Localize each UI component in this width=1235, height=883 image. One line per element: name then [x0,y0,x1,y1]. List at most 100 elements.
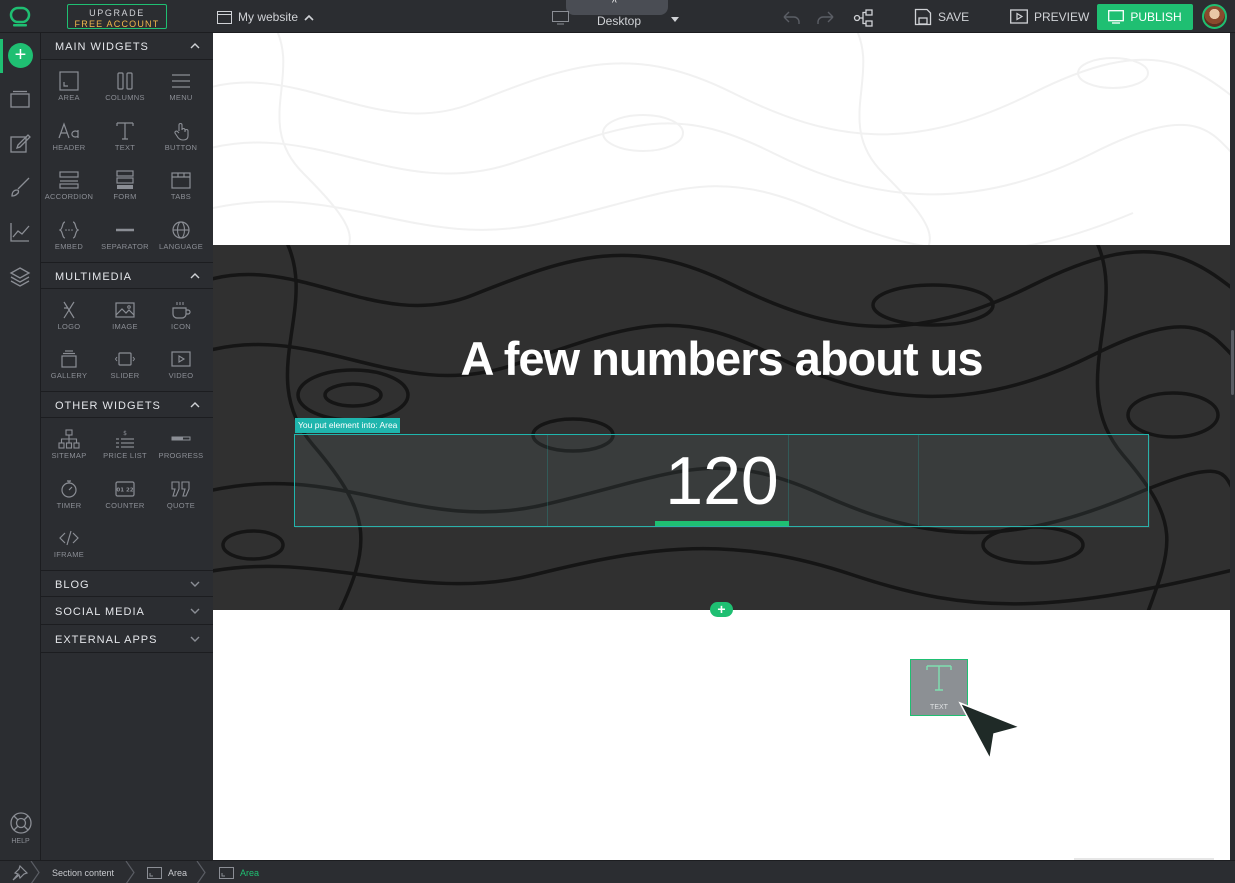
section-blog[interactable]: BLOG [41,570,213,597]
section-title: SOCIAL MEDIA [55,606,145,618]
widget-slider[interactable]: SLIDER [97,346,153,392]
section-social-media[interactable]: SOCIAL MEDIA [41,598,213,625]
widget-label: EMBED [54,242,84,251]
widget-label: AREA [58,93,80,102]
pin-icon[interactable] [10,865,28,881]
widget-tabs[interactable]: TABS [153,167,209,213]
analytics-chart-icon[interactable] [9,221,31,243]
layers-icon[interactable] [9,266,31,288]
upgrade-label: UPGRADE [89,8,145,18]
section-heading[interactable]: A few numbers about us [213,331,1230,386]
add-widget-button[interactable]: + [8,43,33,68]
widget-label: SITEMAP [51,451,87,460]
upgrade-button[interactable]: UPGRADE FREE ACCOUNT [67,4,167,29]
text-t-icon [116,122,134,140]
widget-sitemap[interactable]: SITEMAP [41,426,97,472]
widget-label: SEPARATOR [101,242,149,251]
publish-button[interactable]: PUBLISH [1097,4,1193,30]
pages-icon[interactable] [9,88,31,110]
user-avatar[interactable] [1202,4,1227,29]
section-other-widgets[interactable]: OTHER WIDGETS [41,391,213,418]
section-title: MAIN WIDGETS [55,41,149,53]
left-rail: + HELP [0,33,41,860]
edit-content-icon[interactable] [9,132,31,154]
scrollbar-thumb[interactable] [1231,330,1234,395]
caret-down-icon [671,17,679,22]
website-selector[interactable]: My website [217,8,314,26]
widget-counter[interactable]: 01 22 COUNTER [97,476,153,522]
drop-target-tooltip: You put element into: Area [295,418,401,433]
section-external-apps[interactable]: EXTERNAL APPS [41,626,213,653]
header-font-icon [58,122,79,139]
widget-button[interactable]: BUTTON [153,118,209,164]
widget-gallery[interactable]: GALLERY [41,346,97,392]
widget-label: COLUMNS [105,93,145,102]
breadcrumb-item-area-active[interactable]: Area [219,865,259,881]
area-icon [147,867,162,879]
device-selector[interactable]: ^ Desktop [552,0,684,30]
device-label: Desktop [597,14,642,28]
chevron-down-icon [190,581,200,587]
sitemap-structure-icon[interactable] [853,8,875,28]
widget-separator[interactable]: SEPARATOR [97,217,153,263]
widget-form[interactable]: FORM [97,167,153,213]
widget-language[interactable]: LANGUAGE [153,217,209,263]
section-main-widgets[interactable]: MAIN WIDGETS [41,33,213,60]
drop-target-area[interactable]: 120 [294,434,1150,528]
counter-value[interactable]: 120 [655,443,789,519]
publish-screen-icon [1108,10,1125,24]
editor-canvas[interactable]: A few numbers about us You put element i… [213,33,1230,860]
price-list-icon: $ [116,430,134,448]
mouse-pointer-icon [958,701,1023,761]
section-title: EXTERNAL APPS [55,634,158,646]
section-multimedia[interactable]: MULTIMEDIA [41,262,213,289]
progress-bar-icon [171,436,191,441]
widget-header[interactable]: HEADER [41,118,97,164]
preview-button[interactable]: PREVIEW [1010,7,1089,27]
save-button[interactable]: SAVE [914,7,969,27]
redo-icon[interactable] [815,8,837,28]
widget-video[interactable]: VIDEO [153,346,209,392]
svg-text:$: $ [123,430,127,437]
widget-accordion[interactable]: ACCORDION [41,167,97,213]
undo-icon[interactable] [780,8,802,28]
breadcrumb-item-area[interactable]: Area [147,865,187,881]
lifebuoy-help-icon [9,812,32,834]
save-label: SAVE [938,10,970,24]
widget-label: LANGUAGE [158,242,204,251]
text-t-icon [926,665,952,691]
widget-price-list[interactable]: $ PRICE LIST [97,426,153,472]
help-button[interactable]: HELP [0,811,41,845]
breadcrumb-label: Section content [52,868,115,878]
menu-icon [172,74,190,88]
widget-logo[interactable]: LOGO [41,297,97,343]
free-account-label: FREE ACCOUNT [74,19,160,29]
breadcrumb-item-section-content[interactable]: Section content [52,865,114,881]
widget-text[interactable]: TEXT [97,118,153,164]
widget-label: IMAGE [112,322,138,331]
app-logo-icon[interactable] [8,5,32,29]
canvas-scrollbar[interactable] [1230,33,1235,860]
widget-label: LOGO [57,322,81,331]
iframe-code-icon [59,530,79,546]
widget-columns[interactable]: COLUMNS [97,68,153,114]
widget-quote[interactable]: QUOTE [153,476,209,522]
widget-menu[interactable]: MENU [153,68,209,114]
video-play-icon [171,351,191,367]
widget-area[interactable]: AREA [41,68,97,114]
widget-iframe[interactable]: IFRAME [41,525,97,571]
widget-image[interactable]: IMAGE [97,297,153,343]
widget-icon[interactable]: ICON [153,297,209,343]
area-icon [59,71,79,91]
counter-underline [655,521,789,526]
rail-selection-indicator [0,39,3,73]
form-icon [116,170,134,189]
desktop-monitor-icon [552,11,569,25]
widget-embed[interactable]: EMBED [41,217,97,263]
add-section-button[interactable]: + [710,602,733,617]
widget-progress[interactable]: PROGRESS [153,426,209,472]
device-collapse-tab[interactable]: ^ [566,0,668,15]
help-label: HELP [11,838,30,845]
widget-timer[interactable]: TIMER [41,476,97,522]
design-brush-icon[interactable] [9,176,31,198]
